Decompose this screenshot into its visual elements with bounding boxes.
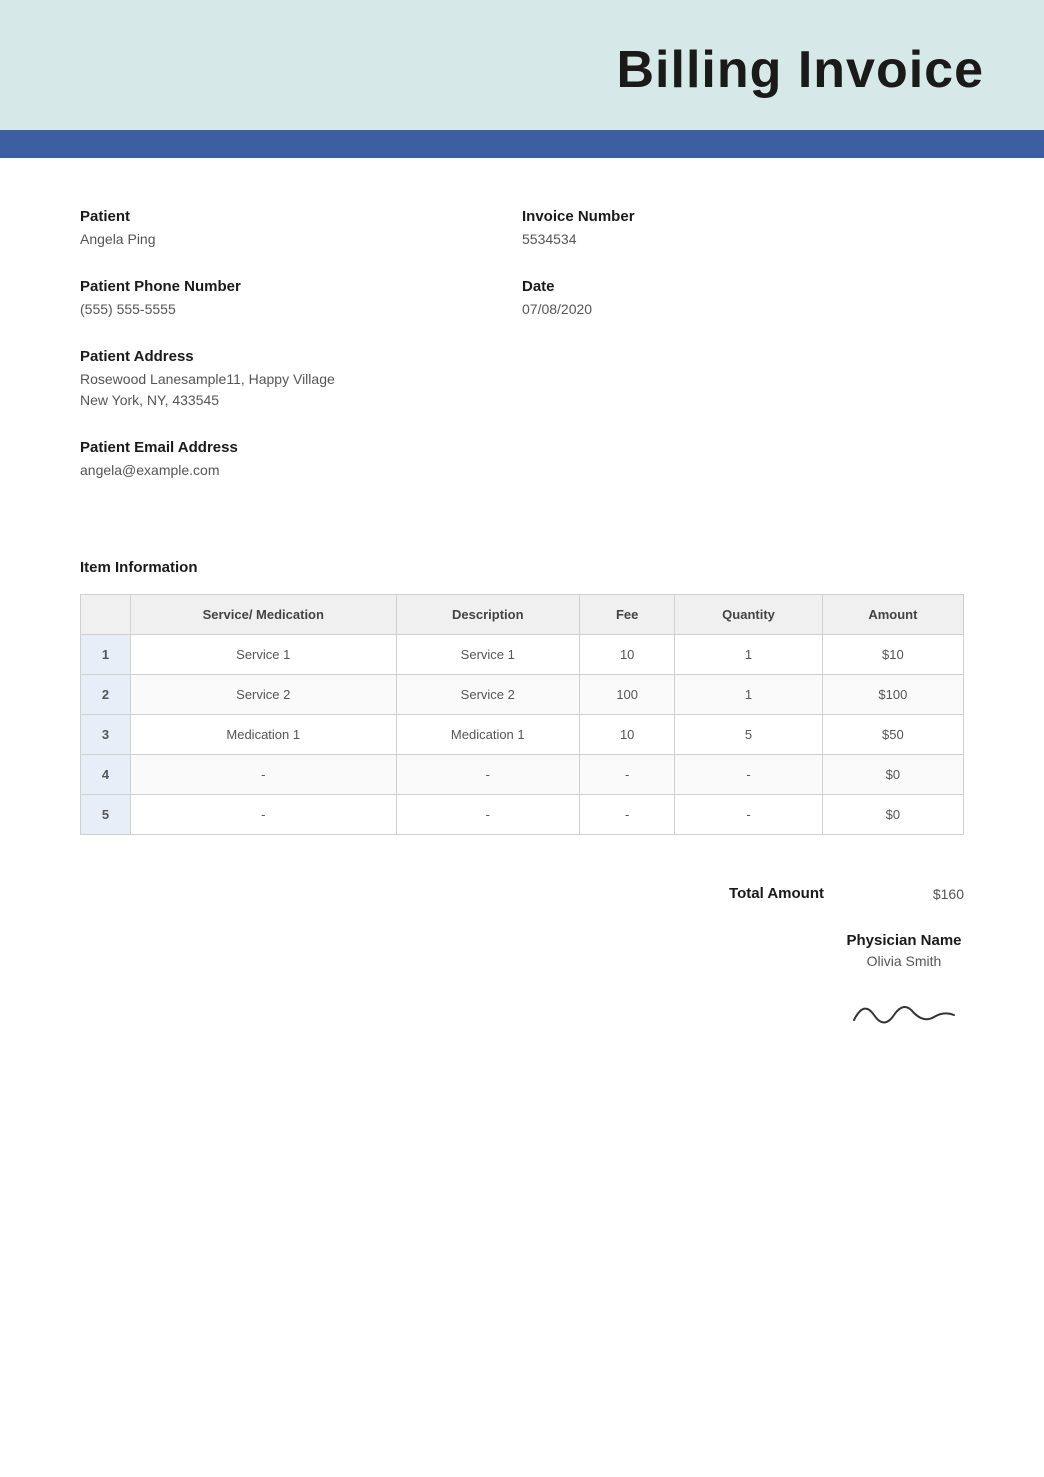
patient-phone-block: Patient Phone Number (555) 555-5555 — [80, 278, 522, 320]
row-quantity: 5 — [675, 715, 822, 755]
row-number: 4 — [81, 755, 131, 795]
col-description: Description — [396, 595, 580, 635]
row-description: - — [396, 795, 580, 835]
row-description: Service 2 — [396, 675, 580, 715]
patient-phone-label: Patient Phone Number — [80, 278, 522, 295]
row-service: Service 1 — [131, 635, 397, 675]
row-description: Service 1 — [396, 635, 580, 675]
col-fee: Fee — [580, 595, 675, 635]
row-service: Medication 1 — [131, 715, 397, 755]
row-number: 3 — [81, 715, 131, 755]
table-row: 2 Service 2 Service 2 100 1 $100 — [81, 675, 964, 715]
total-section: Total Amount $160 — [0, 865, 1044, 922]
patient-label: Patient — [80, 208, 522, 225]
row-quantity: - — [675, 755, 822, 795]
table-row: 5 - - - - $0 — [81, 795, 964, 835]
row-quantity: 1 — [675, 635, 822, 675]
patient-email-block: Patient Email Address angela@example.com — [80, 439, 522, 481]
physician-label: Physician Name — [844, 932, 964, 949]
row-fee: 100 — [580, 675, 675, 715]
invoice-info-right: Invoice Number 5534534 Date 07/08/2020 — [522, 208, 964, 509]
col-service: Service/ Medication — [131, 595, 397, 635]
row-amount: $10 — [822, 635, 963, 675]
page-title: Billing Invoice — [60, 40, 984, 100]
row-fee: - — [580, 755, 675, 795]
invoice-date-label: Date — [522, 278, 964, 295]
billing-invoice-page: Billing Invoice Patient Angela Ping Pati… — [0, 0, 1044, 1477]
items-section: Item Information Service/ Medication Des… — [0, 539, 1044, 865]
physician-block: Physician Name Olivia Smith — [844, 932, 964, 1040]
row-amount: $100 — [822, 675, 963, 715]
row-quantity: - — [675, 795, 822, 835]
patient-email: angela@example.com — [80, 460, 522, 481]
physician-signature — [844, 985, 964, 1035]
col-num — [81, 595, 131, 635]
total-label: Total Amount — [729, 885, 824, 902]
invoice-number-label: Invoice Number — [522, 208, 964, 225]
row-amount: $0 — [822, 755, 963, 795]
row-quantity: 1 — [675, 675, 822, 715]
physician-name: Olivia Smith — [844, 953, 964, 969]
patient-email-label: Patient Email Address — [80, 439, 522, 456]
invoice-date: 07/08/2020 — [522, 299, 964, 320]
patient-name: Angela Ping — [80, 229, 522, 250]
header-section: Billing Invoice — [0, 0, 1044, 130]
table-row: 1 Service 1 Service 1 10 1 $10 — [81, 635, 964, 675]
patient-address: Rosewood Lanesample11, Happy Village New… — [80, 369, 522, 411]
invoice-number: 5534534 — [522, 229, 964, 250]
row-description: - — [396, 755, 580, 795]
row-amount: $50 — [822, 715, 963, 755]
patient-info-left: Patient Angela Ping Patient Phone Number… — [80, 208, 522, 509]
col-amount: Amount — [822, 595, 963, 635]
header-blue-bar — [0, 130, 1044, 158]
col-quantity: Quantity — [675, 595, 822, 635]
row-fee: 10 — [580, 715, 675, 755]
patient-address-label: Patient Address — [80, 348, 522, 365]
row-description: Medication 1 — [396, 715, 580, 755]
row-fee: 10 — [580, 635, 675, 675]
row-fee: - — [580, 795, 675, 835]
patient-address-block: Patient Address Rosewood Lanesample11, H… — [80, 348, 522, 411]
row-service: - — [131, 795, 397, 835]
table-header-row: Service/ Medication Description Fee Quan… — [81, 595, 964, 635]
row-number: 1 — [81, 635, 131, 675]
row-number: 5 — [81, 795, 131, 835]
row-service: Service 2 — [131, 675, 397, 715]
invoice-date-block: Date 07/08/2020 — [522, 278, 964, 320]
row-number: 2 — [81, 675, 131, 715]
table-row: 4 - - - - $0 — [81, 755, 964, 795]
items-title: Item Information — [80, 559, 964, 576]
info-section: Patient Angela Ping Patient Phone Number… — [0, 158, 1044, 539]
items-table: Service/ Medication Description Fee Quan… — [80, 594, 964, 835]
table-row: 3 Medication 1 Medication 1 10 5 $50 — [81, 715, 964, 755]
physician-section: Physician Name Olivia Smith — [0, 922, 1044, 1070]
patient-block: Patient Angela Ping — [80, 208, 522, 250]
invoice-number-block: Invoice Number 5534534 — [522, 208, 964, 250]
total-value: $160 — [904, 886, 964, 902]
row-amount: $0 — [822, 795, 963, 835]
row-service: - — [131, 755, 397, 795]
patient-phone: (555) 555-5555 — [80, 299, 522, 320]
